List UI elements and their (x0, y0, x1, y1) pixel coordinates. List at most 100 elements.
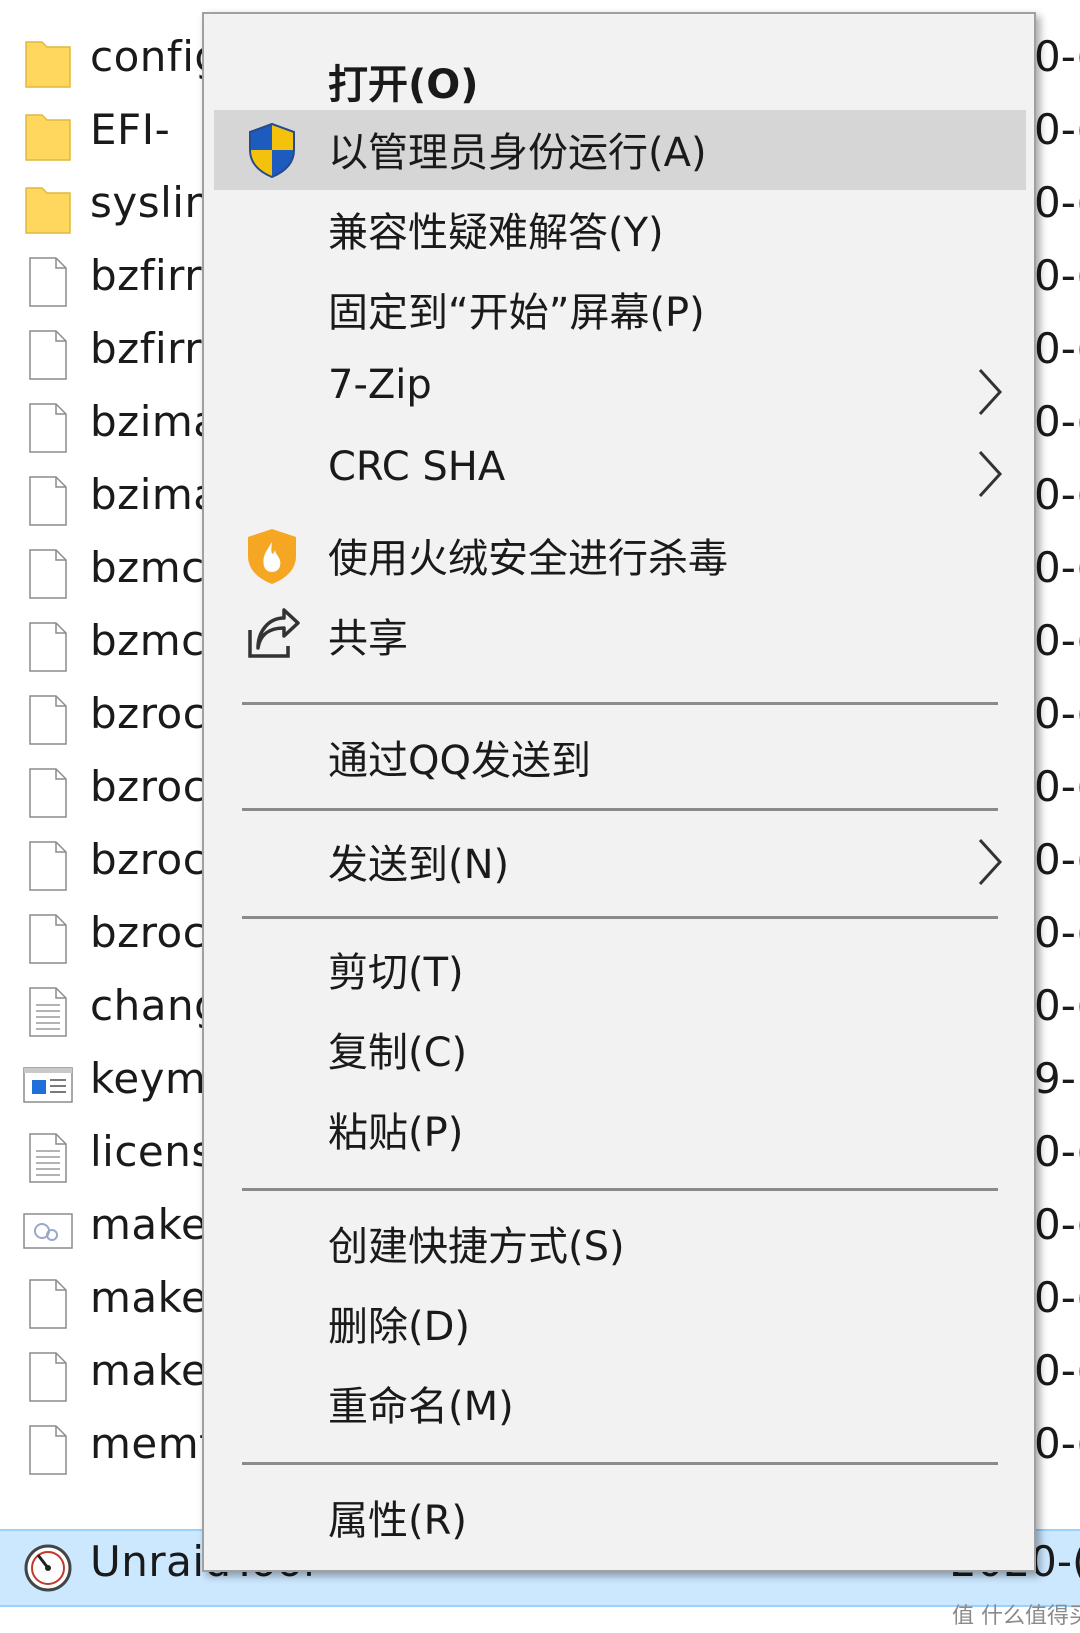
menu-item-label: 通过QQ发送到 (328, 738, 591, 784)
menu-item-properties[interactable]: 属性(R) (214, 1478, 1026, 1558)
file-date: 0-( (1034, 251, 1080, 300)
file-icon (29, 549, 67, 599)
text-file-icon (29, 987, 67, 1037)
menu-item-label: 剪切(T) (328, 950, 464, 996)
menu-item-7zip[interactable]: 7-Zip (214, 352, 1026, 432)
file-date: 0-( (1034, 1346, 1080, 1395)
menu-item-label: 兼容性疑难解答(Y) (328, 210, 664, 256)
menu-item-label: 创建快捷方式(S) (328, 1224, 625, 1270)
file-name: bzroc (90, 835, 207, 884)
watermark: 值 什么值得买 (952, 1604, 1080, 1629)
folder-icon (25, 187, 71, 234)
menu-item-label: 粘贴(P) (328, 1110, 464, 1156)
chevron-right-icon (978, 368, 1003, 416)
menu-item-run-as-admin[interactable]: 以管理员身份运行(A) (214, 110, 1026, 190)
file-name: bzmc (90, 616, 205, 665)
keymap-file-icon (23, 1067, 73, 1103)
unraid-tool-icon (24, 1544, 72, 1592)
file-icon (29, 1425, 67, 1475)
menu-item-label: 发送到(N) (328, 842, 510, 888)
file-name: bzima (90, 470, 220, 519)
menu-separator (242, 808, 998, 811)
chevron-right-icon (978, 838, 1003, 886)
menu-item-label: 重命名(M) (328, 1384, 514, 1430)
menu-item-label: 删除(D) (328, 1304, 471, 1350)
menu-item-compat-troubleshoot[interactable]: 兼容性疑难解答(Y) (214, 190, 1026, 270)
file-date: 0-( (1034, 689, 1080, 738)
file-name: bzroc (90, 762, 207, 811)
menu-item-label: 7-Zip (328, 362, 432, 408)
file-date: 0-( (1034, 178, 1080, 227)
menu-separator (242, 1462, 998, 1465)
file-name: bzima (90, 397, 220, 446)
file-date: 0-( (1034, 762, 1080, 811)
menu-item-label: 属性(R) (328, 1498, 468, 1544)
menu-item-label: 以管理员身份运行(A) (328, 130, 707, 176)
file-name: bzmc (90, 543, 205, 592)
file-date: 0-( (1034, 470, 1080, 519)
huorong-shield-icon (248, 529, 296, 584)
file-icon (29, 476, 67, 526)
menu-item-crc-sha[interactable]: CRC SHA (214, 434, 1026, 514)
menu-item-share[interactable]: 共享 (214, 596, 1026, 676)
file-date: 0-( (1034, 1419, 1080, 1468)
script-file-icon (23, 1213, 73, 1249)
menu-item-label: 使用火绒安全进行杀毒 (328, 536, 728, 582)
file-icon (29, 768, 67, 818)
menu-item-paste[interactable]: 粘贴(P) (214, 1090, 1026, 1170)
menu-item-huorong-scan[interactable]: 使用火绒安全进行杀毒 (214, 516, 1026, 596)
menu-item-label: 复制(C) (328, 1030, 468, 1076)
file-date: 0-( (1034, 616, 1080, 665)
file-name: bzroc (90, 689, 207, 738)
file-icon (29, 1352, 67, 1402)
file-date: 0-( (1034, 105, 1080, 154)
menu-item-cut[interactable]: 剪切(T) (214, 930, 1026, 1010)
file-name: make (90, 1200, 208, 1249)
file-icon (29, 257, 67, 307)
menu-separator (242, 702, 998, 705)
menu-item-rename[interactable]: 重命名(M) (214, 1364, 1026, 1444)
file-date: 0-( (1034, 908, 1080, 957)
file-name: bzfirr (90, 324, 202, 373)
file-name: EFI- (90, 105, 171, 154)
folder-icon (25, 114, 71, 161)
file-name: syslin (90, 178, 212, 227)
file-date: 0-( (1034, 397, 1080, 446)
menu-item-pin-to-start[interactable]: 固定到“开始”屏幕(P) (214, 270, 1026, 350)
menu-separator (242, 916, 998, 919)
file-name: memt (90, 1419, 217, 1468)
file-name: make (90, 1273, 208, 1322)
file-name: bzfirr (90, 251, 202, 300)
menu-separator (242, 1188, 998, 1191)
context-menu: 打开(O) 以管理员身份运行(A) 兼容性疑难解答(Y) 固定到“开始”屏幕(P… (202, 12, 1036, 1572)
file-date: 0-( (1034, 1200, 1080, 1249)
file-icon (29, 914, 67, 964)
menu-item-send-via-qq[interactable]: 通过QQ发送到 (214, 718, 1026, 798)
file-icon (29, 403, 67, 453)
file-date: 0-( (1034, 543, 1080, 592)
file-icon (29, 1279, 67, 1329)
file-icon (29, 330, 67, 380)
menu-item-label: 固定到“开始”屏幕(P) (328, 290, 705, 336)
menu-item-label: 打开(O) (328, 62, 479, 108)
chevron-right-icon (978, 450, 1003, 498)
menu-item-create-shortcut[interactable]: 创建快捷方式(S) (214, 1204, 1026, 1284)
menu-item-copy[interactable]: 复制(C) (214, 1010, 1026, 1090)
file-icon (29, 841, 67, 891)
file-date: 0-( (1034, 981, 1080, 1030)
file-name: make (90, 1346, 208, 1395)
file-date: 0-( (1034, 1273, 1080, 1322)
file-date: 0-( (1034, 835, 1080, 884)
file-date: 0-( (1034, 32, 1080, 81)
menu-item-send-to[interactable]: 发送到(N) (214, 822, 1026, 902)
file-date: 0-( (1034, 324, 1080, 373)
menu-item-label: 共享 (328, 616, 408, 662)
menu-item-delete[interactable]: 删除(D) (214, 1284, 1026, 1364)
text-file-icon (29, 1133, 67, 1183)
file-name: bzroc (90, 908, 207, 957)
share-icon (248, 608, 300, 658)
folder-icon (25, 41, 71, 88)
file-date: 0-( (1034, 1127, 1080, 1176)
file-name: keym (90, 1054, 207, 1103)
menu-item-label: CRC SHA (328, 444, 506, 490)
